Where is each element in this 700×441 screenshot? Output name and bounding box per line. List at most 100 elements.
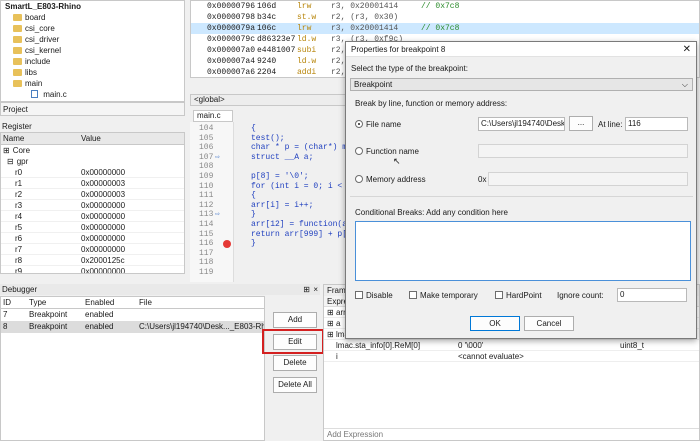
hardpoint-checkbox[interactable]: HardPoint <box>495 291 542 300</box>
register-row[interactable]: r4 0x00000000 <box>1 211 184 222</box>
scope-select[interactable]: <global> <box>191 95 225 104</box>
project-tree: SmartL_E803-Rhino board csi_core csi_drive… <box>0 0 185 102</box>
breakpoint-type: Breakpoint <box>29 310 68 319</box>
code-line[interactable]: 111 { <box>193 191 350 201</box>
watch-expr: i <box>336 352 338 361</box>
add-button[interactable]: Add <box>273 312 317 328</box>
at-line-field[interactable]: 116 <box>625 117 688 131</box>
close-icon[interactable]: × <box>313 284 318 295</box>
pin-icon[interactable]: ⊞ <box>303 284 310 295</box>
code-line[interactable]: 104 { <box>193 124 350 134</box>
code-line[interactable]: 106 char * p = (char*) mal <box>193 143 350 153</box>
editor-toolbar: <global> <box>190 94 350 106</box>
disasm-row[interactable]: 0x00000796 106d lrw r3, 0x20001414 // 0x7c8 <box>191 1 699 12</box>
code-text: arr[i] = i++; <box>251 200 314 210</box>
code-line[interactable]: 113 } ⇨ <box>193 210 350 220</box>
delete-button[interactable]: Delete <box>273 355 317 371</box>
memory-address-field[interactable] <box>488 172 688 186</box>
folder-label: csi_driver <box>25 35 60 44</box>
tree-item-libs[interactable]: libs <box>1 67 184 78</box>
tree-item-main[interactable]: main <box>1 78 184 89</box>
code-line[interactable]: 115 return arr[999] + p[5] <box>193 230 350 240</box>
disasm-op: ld.w <box>297 35 317 44</box>
code-line[interactable]: 119 <box>193 268 350 278</box>
line-number: 118 <box>199 258 214 268</box>
line-number: 115 <box>199 229 214 239</box>
file-name-field[interactable]: C:\Users\jl194740\Desktop <box>478 117 565 131</box>
mouse-cursor-icon: ↖ <box>393 156 401 166</box>
disasm-op: st.w <box>297 13 317 22</box>
disasm-op: lrw <box>297 24 312 33</box>
add-expression-row[interactable]: Add Expression <box>324 428 699 440</box>
make-temporary-checkbox[interactable]: Make temporary <box>409 291 478 300</box>
register-row[interactable]: r8 0x2000125c <box>1 255 184 266</box>
register-value: 0x00000000 <box>81 212 126 221</box>
register-group[interactable]: ⊟ gpr <box>1 156 184 167</box>
file-name-radio[interactable]: File name <box>355 120 401 129</box>
condition-textarea[interactable] <box>355 221 691 281</box>
register-name: r2 <box>15 190 23 199</box>
watch-type: uint8_t <box>620 341 645 350</box>
cancel-button[interactable]: Cancel <box>524 316 574 331</box>
disasm-row[interactable]: 0x00000798 b34c st.w r2, (r3, 0x30) <box>191 12 699 23</box>
tree-item-main-c[interactable]: main.c <box>1 89 184 100</box>
tree-item-include[interactable]: include <box>1 56 184 67</box>
breakpoint-enabled: enabled <box>85 322 114 331</box>
code-line[interactable]: 112 arr[i] = i++; <box>193 201 350 211</box>
ignore-count-field[interactable]: 0 <box>617 288 687 302</box>
code-line[interactable]: 118 <box>193 258 350 268</box>
memory-address-radio[interactable]: Memory address <box>355 175 426 184</box>
tree-item-csi-kernel[interactable]: csi_kernel <box>1 45 184 56</box>
code-text: char * p = (char*) mal <box>251 143 350 153</box>
code-text: arr[12] = function(arr <box>251 219 350 229</box>
disasm-args: r3, 0x20001414 <box>331 24 399 33</box>
code-text: } <box>251 239 256 249</box>
register-value: 0x2000125c <box>81 256 125 265</box>
folder-icon <box>13 80 22 87</box>
breakpoint-type-select[interactable]: Breakpoint ⌵ <box>350 78 693 91</box>
ok-button[interactable]: OK <box>470 316 520 331</box>
register-row[interactable]: r2 0x00000003 <box>1 189 184 200</box>
editor-tab[interactable]: main.c <box>193 110 233 122</box>
watch-row[interactable]: lmac.sta_info[0].ReM[0] 0 '\000' uint8_t <box>324 340 699 351</box>
disasm-address: 0x000007a0 <box>207 46 256 55</box>
line-number: 110 <box>199 181 214 191</box>
browse-button[interactable]: ... <box>569 116 593 131</box>
breakpoint-row[interactable]: 8 Breakpoint enabled C:\Users\jl194740\Desk… <box>1 321 264 333</box>
register-name: r9 <box>15 267 23 274</box>
disable-checkbox[interactable]: Disable <box>355 291 393 300</box>
delete-all-button[interactable]: Delete All <box>273 377 317 393</box>
code-line[interactable]: 109 p[8] = '\0'; <box>193 172 350 182</box>
register-row[interactable]: r1 0x00000003 <box>1 178 184 189</box>
register-group[interactable]: ⊞ Core <box>1 145 184 156</box>
register-row[interactable]: r6 0x00000000 <box>1 233 184 244</box>
code-line[interactable]: 107 struct __A a; ⇨ <box>193 153 350 163</box>
code-editor[interactable]: 104{105 test(); 106 char * p = (char*) ma… <box>193 124 350 282</box>
register-row[interactable]: r5 0x00000000 <box>1 222 184 233</box>
disasm-hex: 2204 <box>257 68 277 77</box>
register-row[interactable]: r7 0x00000000 <box>1 244 184 255</box>
code-line[interactable]: 117 <box>193 249 350 259</box>
line-number: 108 <box>199 162 214 172</box>
dialog-close-icon[interactable]: ✕ <box>683 42 691 57</box>
disasm-row[interactable]: 0x0000079a 106c lrw r3, 0x20001414 // 0x7c8 <box>191 23 699 34</box>
breakpoint-row[interactable]: 7 Breakpoint enabled <box>1 309 264 321</box>
tree-item-csi-core[interactable]: csi_core <box>1 23 184 34</box>
project-tab[interactable]: Project <box>0 102 185 116</box>
project-root[interactable]: SmartL_E803-Rhino <box>1 1 184 12</box>
register-row[interactable]: r9 0x00000000 <box>1 266 184 274</box>
function-name-radio[interactable]: Function name <box>355 147 419 156</box>
code-line[interactable]: 108 <box>193 162 350 172</box>
code-line[interactable]: 110 for (int i = 0; i < 30 <box>193 182 350 192</box>
register-row[interactable]: r0 0x00000000 <box>1 167 184 178</box>
watch-row[interactable]: i <cannot evaluate> <box>324 351 699 362</box>
code-line[interactable]: 116} <box>193 239 350 249</box>
watch-value: 0 '\000' <box>458 341 484 350</box>
tree-item-board[interactable]: board <box>1 12 184 23</box>
code-line[interactable]: 114 arr[12] = function(arr <box>193 220 350 230</box>
function-name-field[interactable] <box>478 144 688 158</box>
register-row[interactable]: r3 0x00000000 <box>1 200 184 211</box>
code-line[interactable]: 105 test(); <box>193 134 350 144</box>
disasm-args: r3, 0x20001414 <box>331 2 399 11</box>
tree-item-csi-driver[interactable]: csi_driver <box>1 34 184 45</box>
